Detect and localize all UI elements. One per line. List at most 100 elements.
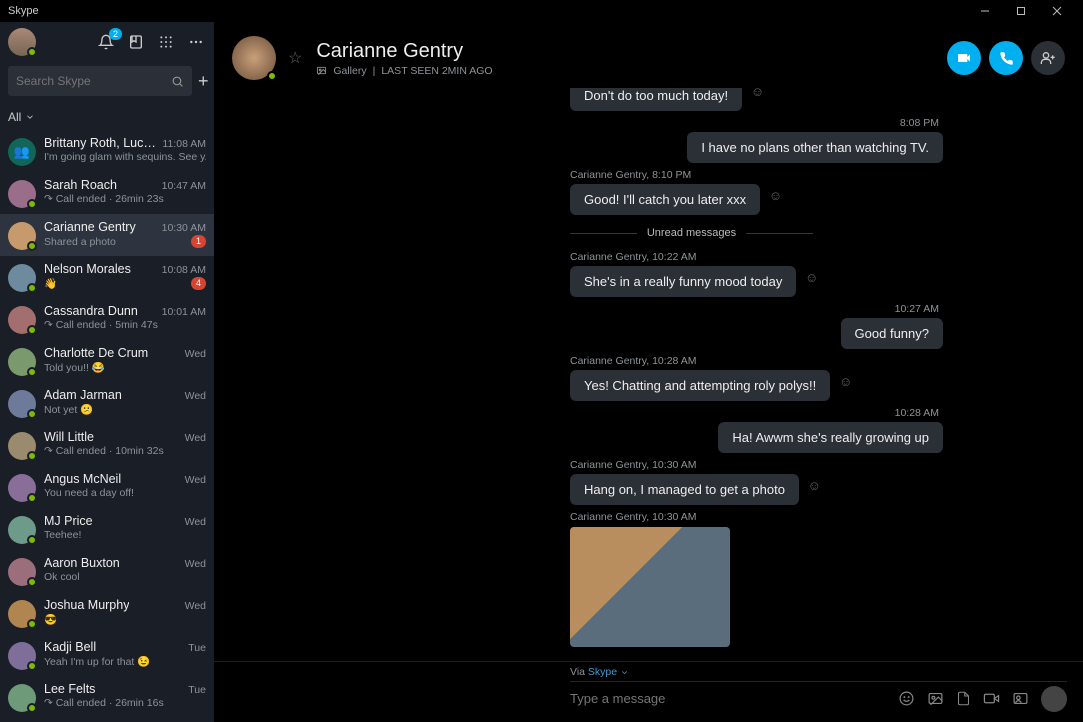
contact-name: Carianne Gentry [316, 40, 492, 63]
chat-avatar [8, 222, 36, 250]
message-bubble[interactable]: Good! I'll catch you later xxx☺ [570, 184, 760, 215]
notifications-icon[interactable]: 2 [96, 32, 116, 52]
chat-list-item[interactable]: Aaron BuxtonWedOk cool [0, 550, 214, 592]
attach-file-icon[interactable] [956, 690, 971, 707]
message-bubble[interactable]: She's in a really funny mood today☺ [570, 266, 796, 297]
chat-name: Lee Felts [44, 682, 95, 696]
message-incoming: Carianne Gentry, 10:30 AM Hang on, I mana… [570, 459, 953, 505]
more-icon[interactable] [186, 32, 206, 52]
react-icon[interactable]: ☺ [751, 88, 764, 99]
message-meta: 10:27 AM [214, 303, 943, 315]
react-icon[interactable]: ☺ [839, 374, 852, 389]
maximize-button[interactable] [1003, 0, 1039, 22]
favorite-star-icon[interactable]: ☆ [288, 48, 302, 68]
chat-name: Nelson Morales [44, 262, 131, 276]
message-incoming: Carianne Gentry, 8:08 PMDon't do too muc… [570, 88, 953, 111]
minimize-button[interactable] [967, 0, 1003, 22]
chat-preview: You need a day off! [44, 487, 206, 499]
message-meta: 10:28 AM [214, 407, 943, 419]
chat-avatar [8, 516, 36, 544]
chat-list-item[interactable]: Charlotte De CrumWedTold you!! 😂 [0, 340, 214, 382]
chat-list-item[interactable]: Adam JarmanWedNot yet 😕 [0, 382, 214, 424]
chat-name: Joshua Murphy [44, 598, 129, 612]
titlebar: Skype [0, 0, 1083, 22]
contact-avatar[interactable] [232, 36, 276, 80]
chat-list-item[interactable]: Carianne Gentry10:30 AMShared a photo1 [0, 214, 214, 256]
chat-list-item[interactable]: MJ PriceWedTeehee! [0, 508, 214, 550]
add-people-button[interactable] [1031, 41, 1065, 75]
chat-preview: ↷ Call ended · 26min 16s [44, 697, 206, 709]
unread-divider-label: Unread messages [647, 227, 736, 239]
filter-dropdown[interactable]: All [0, 104, 214, 130]
message-bubble[interactable]: I have no plans other than watching TV. [687, 132, 943, 163]
chat-list-item[interactable]: Sarah Roach10:47 AM↷ Call ended · 26min … [0, 172, 214, 214]
search-input[interactable] [16, 74, 171, 88]
chat-list-item[interactable]: 🎂Hilary's BirthdayTueWe should do fancy … [0, 718, 214, 722]
chat-time: Tue [188, 642, 206, 654]
react-icon[interactable]: ☺ [769, 188, 782, 203]
chat-preview: ↷ Call ended · 26min 23s [44, 193, 206, 205]
chat-avatar [8, 432, 36, 460]
chat-list-item[interactable]: Joshua Murphy Wed😎 [0, 592, 214, 634]
chat-avatar [8, 474, 36, 502]
chat-list-item[interactable]: Cassandra Dunn10:01 AM↷ Call ended · 5mi… [0, 298, 214, 340]
gallery-link[interactable]: Gallery [333, 65, 366, 77]
video-message-icon[interactable] [983, 690, 1000, 707]
message-pane: Carianne Gentry, 8:08 PMDon't do too muc… [214, 88, 1083, 661]
message-incoming: Carianne Gentry, 10:22 AMShe's in a real… [570, 251, 953, 297]
message-incoming: Carianne Gentry, 8:10 PMGood! I'll catch… [570, 169, 953, 215]
video-call-button[interactable] [947, 41, 981, 75]
chat-time: Wed [185, 558, 206, 570]
photo-attachment[interactable] [570, 527, 730, 647]
message-bubble[interactable]: Good funny? [841, 318, 943, 349]
chat-list-item[interactable]: 👥Brittany Roth, Lucy Holcom...11:08 AMI'… [0, 130, 214, 172]
sidebar: 2 + All 👥Brittany Roth, Lucy Holcom...11… [0, 22, 214, 722]
chat-time: 10:47 AM [162, 180, 206, 192]
search-icon [171, 75, 184, 88]
chat-preview: Not yet 😕 [44, 403, 206, 416]
search-box[interactable] [8, 66, 192, 96]
chat-list-item[interactable]: Will LittleWed↷ Call ended · 10min 32s [0, 424, 214, 466]
chat-list-item[interactable]: Kadji BellTueYeah I'm up for that 😉 [0, 634, 214, 676]
message-meta: Carianne Gentry, 10:30 AM [570, 459, 953, 471]
react-icon[interactable]: ☺ [808, 478, 821, 493]
chat-time: Tue [188, 684, 206, 696]
react-icon[interactable]: ☺ [805, 270, 818, 285]
chat-avatar [8, 264, 36, 292]
message-bubble[interactable]: Don't do too much today!☺ [570, 88, 742, 111]
message-bubble[interactable]: Ha! Awwm she's really growing up [718, 422, 943, 453]
contact-card-icon[interactable] [1012, 690, 1029, 707]
chat-avatar [8, 180, 36, 208]
chevron-down-icon [620, 668, 629, 677]
close-button[interactable] [1039, 0, 1075, 22]
chat-preview: 😎 [44, 613, 206, 626]
chat-list-item[interactable]: Nelson Morales10:08 AM👋4 [0, 256, 214, 298]
chat-name: Cassandra Dunn [44, 304, 138, 318]
bookmarks-icon[interactable] [126, 32, 146, 52]
audio-call-button[interactable] [989, 41, 1023, 75]
chat-list-item[interactable]: Lee Felts Tue↷ Call ended · 26min 16s [0, 676, 214, 718]
dialpad-icon[interactable] [156, 32, 176, 52]
emoji-icon[interactable] [898, 690, 915, 707]
message-input[interactable] [570, 685, 888, 712]
unread-badge: 1 [191, 235, 206, 248]
chat-list-item[interactable]: Angus McNeilWedYou need a day off! [0, 466, 214, 508]
self-avatar[interactable] [8, 28, 36, 56]
chat-time: Wed [185, 600, 206, 612]
message-bubble[interactable]: Yes! Chatting and attempting roly polys!… [570, 370, 830, 401]
via-skype-link[interactable]: Skype [588, 666, 617, 678]
chat-time: Wed [185, 516, 206, 528]
last-seen-label: LAST SEEN 2MIN AGO [381, 65, 492, 77]
chat-preview: Told you!! 😂 [44, 361, 206, 374]
new-chat-button[interactable]: + [198, 71, 209, 92]
chat-avatar [8, 348, 36, 376]
chat-avatar [8, 390, 36, 418]
via-label: Via [570, 666, 585, 678]
unread-divider: Unread messages [570, 227, 813, 239]
chat-name: MJ Price [44, 514, 93, 528]
conversation-header: ☆ Carianne Gentry Gallery | LAST SEEN 2M… [214, 22, 1083, 88]
send-avatar[interactable] [1041, 686, 1067, 712]
chat-name: Charlotte De Crum [44, 346, 148, 360]
message-bubble[interactable]: Hang on, I managed to get a photo☺ [570, 474, 799, 505]
image-icon[interactable] [927, 690, 944, 707]
